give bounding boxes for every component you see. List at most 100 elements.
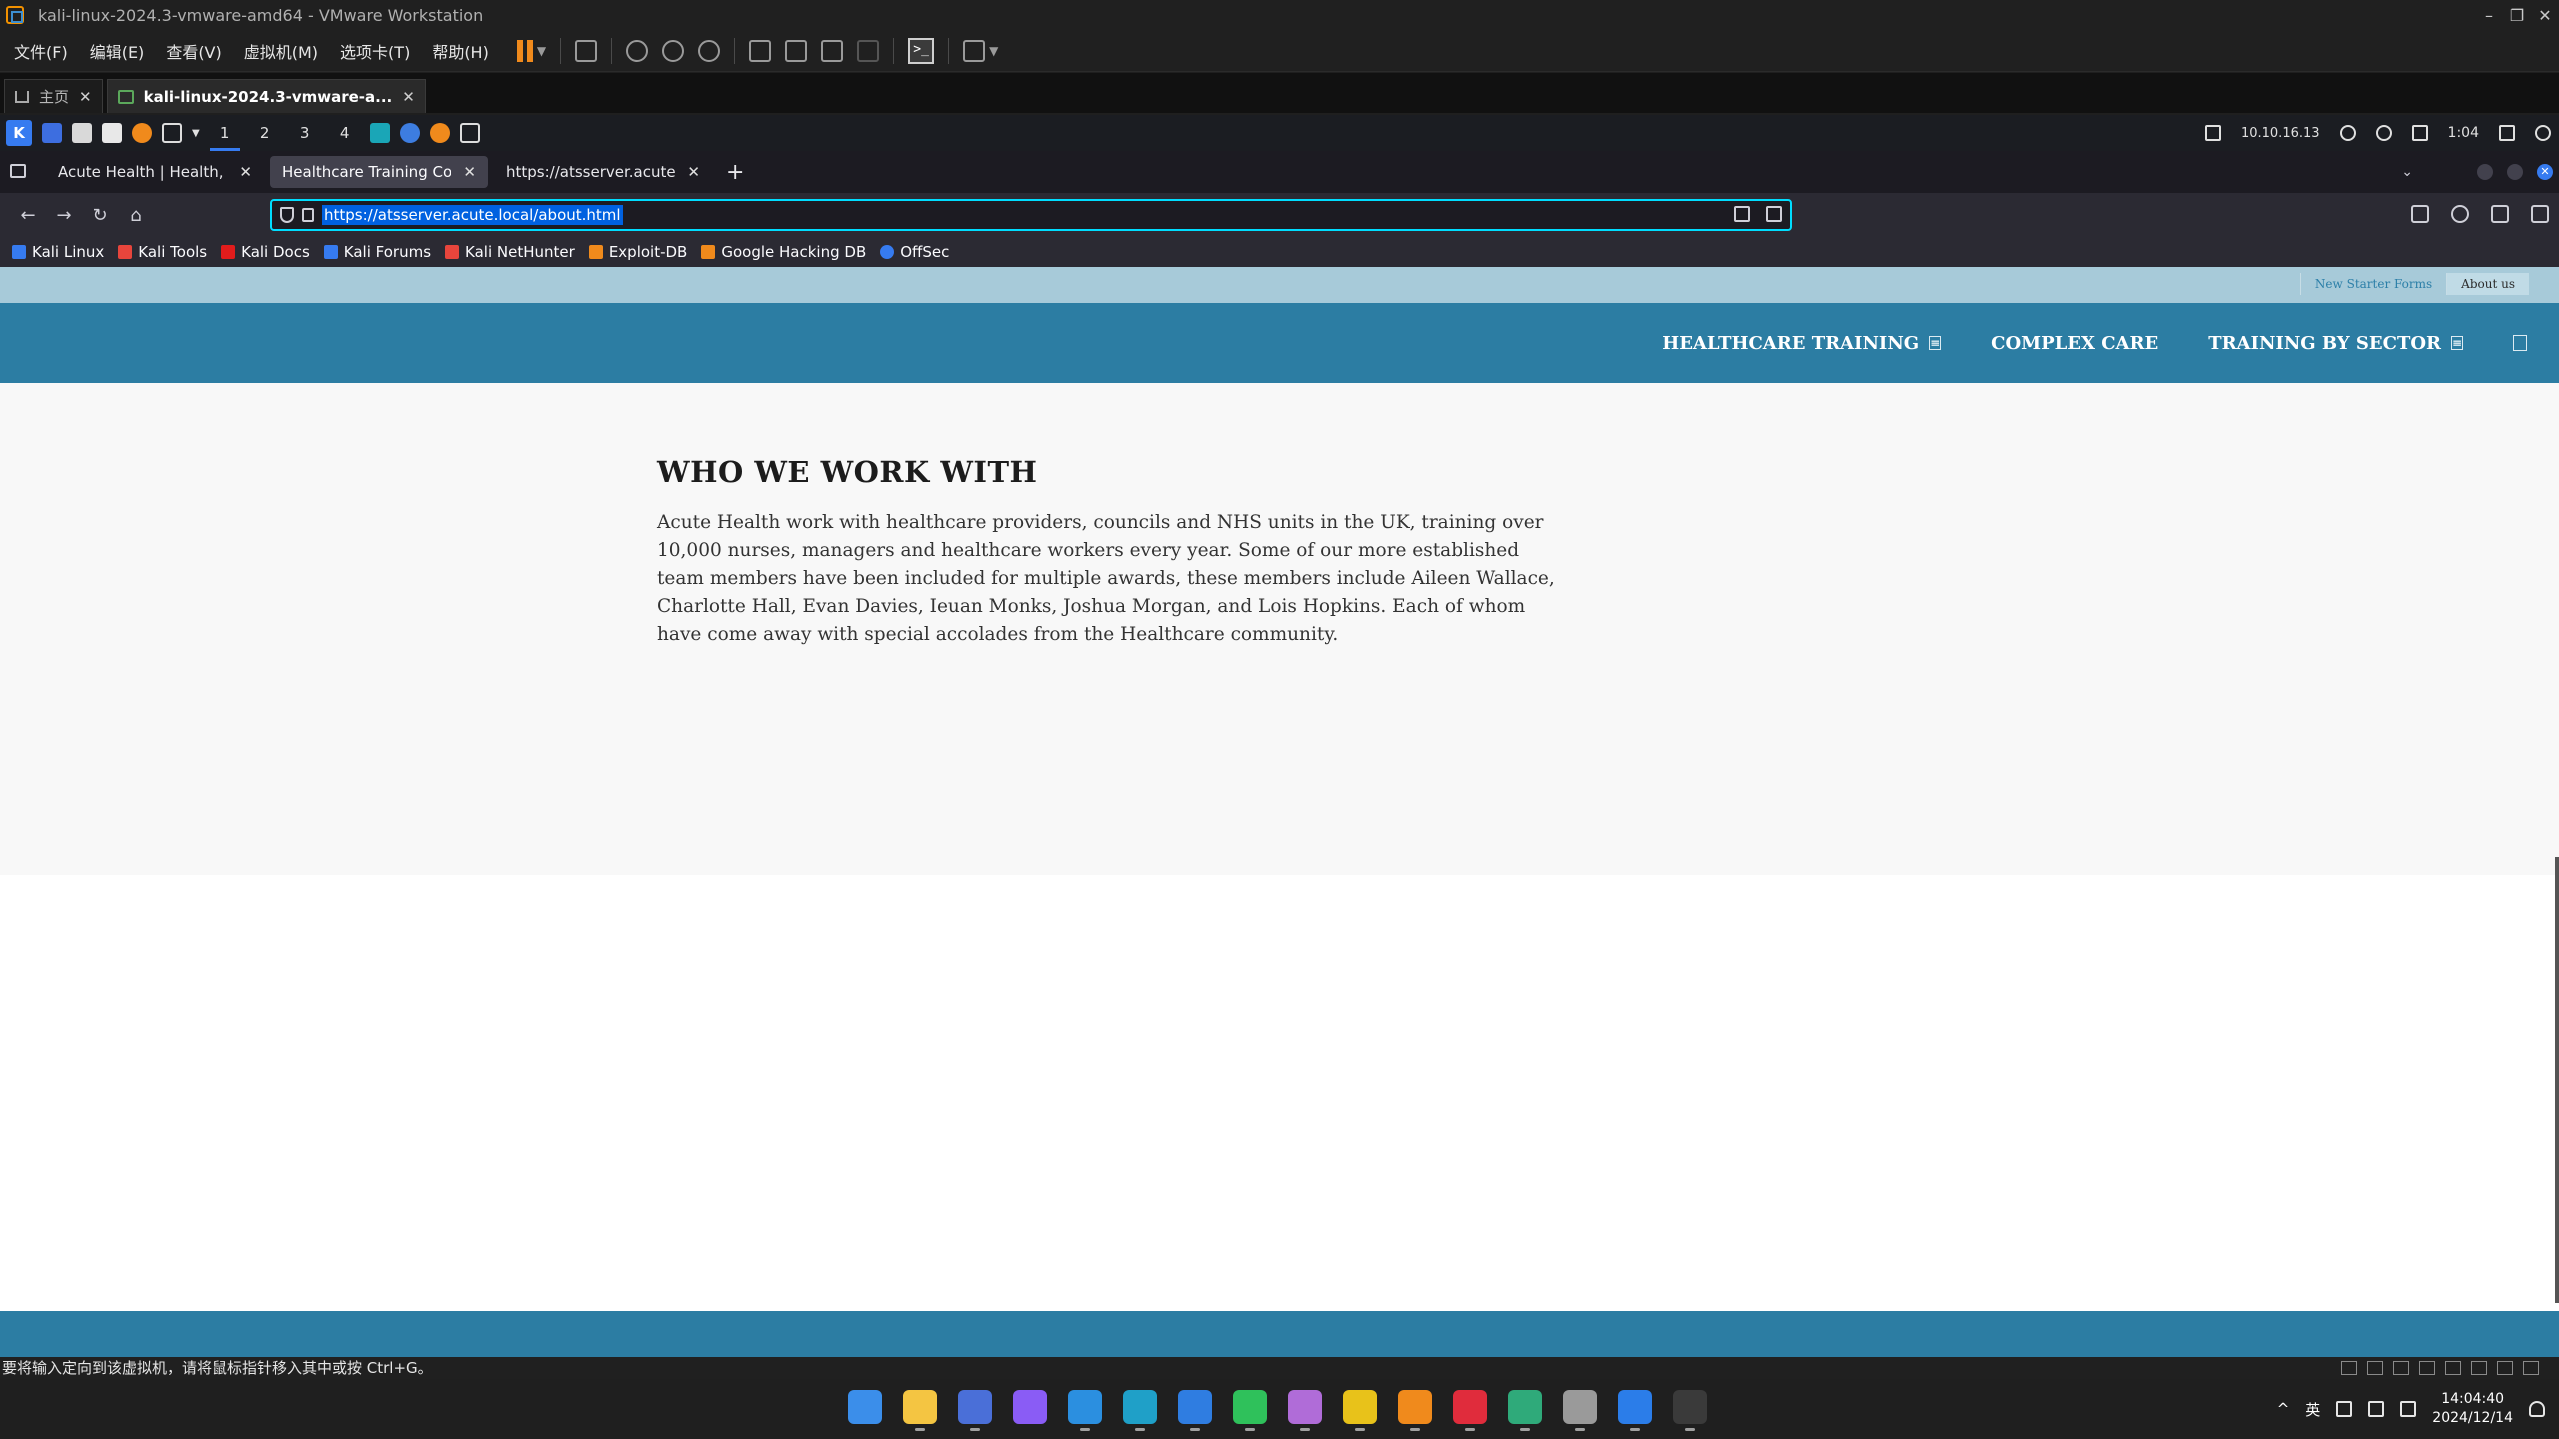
tab-kali-vm[interactable]: kali-linux-2024.3-vmware-a... ✕ — [106, 79, 426, 113]
hamburger-menu-icon[interactable] — [2531, 205, 2549, 223]
home-button[interactable]: ⌂ — [118, 205, 154, 226]
sound-icon[interactable] — [2445, 1361, 2461, 1375]
network-icon[interactable] — [2367, 1361, 2383, 1375]
firefox-window-icon[interactable] — [429, 123, 450, 143]
notification-bell-icon[interactable] — [2375, 125, 2392, 141]
nav-menu-icon[interactable] — [2513, 335, 2527, 351]
close-tab-icon[interactable]: ✕ — [687, 163, 700, 181]
nav-training-by-sector[interactable]: TRAINING BY SECTOR ≡ — [2208, 333, 2463, 354]
lock-icon[interactable] — [2499, 125, 2515, 141]
minimize-window-button[interactable] — [2477, 164, 2493, 180]
tab-home[interactable]: 主页 ✕ — [4, 79, 103, 113]
app-gray-icon[interactable] — [1563, 1390, 1597, 1431]
app-yellow-icon[interactable] — [1343, 1390, 1377, 1431]
browser-tab-active[interactable]: Healthcare Training Courses ✕ — [270, 156, 488, 188]
network-icon[interactable] — [2393, 1361, 2409, 1375]
fullscreen-icon[interactable] — [821, 39, 844, 62]
new-starter-forms-link[interactable]: New Starter Forms — [2299, 273, 2446, 295]
workspace-1[interactable]: 1 — [209, 115, 240, 151]
message-icon[interactable] — [2523, 1361, 2539, 1375]
app-purple-icon[interactable] — [1013, 1390, 1047, 1424]
revert-snapshot-icon[interactable] — [662, 39, 685, 62]
bookmark-exploit-db[interactable]: Exploit-DB — [588, 243, 687, 261]
volume-icon[interactable] — [2368, 1401, 2385, 1417]
account-icon[interactable] — [2451, 205, 2469, 223]
bookmark-kali-forums[interactable]: Kali Forums — [323, 243, 431, 261]
kali-menu-icon[interactable]: K — [6, 120, 32, 146]
netease-music-icon[interactable] — [1453, 1390, 1487, 1431]
restore-button[interactable]: ❐ — [2503, 6, 2531, 25]
system-clock[interactable]: 14:04:40 2024/12/14 — [2432, 1390, 2513, 1428]
chevron-down-icon[interactable]: ▼ — [537, 44, 546, 58]
nav-healthcare-training[interactable]: HEALTHCARE TRAINING ≡ — [1662, 333, 1942, 354]
close-tab-icon[interactable]: ✕ — [402, 88, 415, 106]
chevron-down-icon[interactable]: ▼ — [989, 44, 998, 58]
file-manager-icon[interactable] — [72, 123, 92, 143]
terminal-icon[interactable] — [162, 123, 182, 143]
bookmark-kali-docs[interactable]: Kali Docs — [221, 243, 310, 261]
chevron-down-icon[interactable]: ⌄ — [2401, 164, 2413, 180]
ime-indicator[interactable]: 英 — [2305, 1399, 2320, 1420]
close-button[interactable]: ✕ — [2531, 6, 2559, 25]
hdd-icon[interactable] — [2341, 1361, 2357, 1375]
workspace-2[interactable]: 2 — [250, 115, 280, 151]
lock-icon[interactable] — [302, 208, 314, 222]
pause-icon[interactable] — [516, 39, 533, 62]
printer-icon[interactable] — [2471, 1361, 2487, 1375]
battery-icon[interactable] — [2400, 1401, 2417, 1417]
close-window-button[interactable]: ✕ — [2537, 164, 2553, 180]
chevron-down-icon[interactable]: ▼ — [192, 128, 200, 139]
bookmark-star-icon[interactable] — [1766, 206, 1782, 222]
app-green-icon[interactable] — [1508, 1390, 1542, 1431]
edge-icon[interactable] — [1123, 1390, 1157, 1431]
about-us-link[interactable]: About us — [2446, 273, 2529, 295]
dropdown-icon[interactable]: ≡ — [2451, 336, 2463, 350]
bookmark-google-hacking-db[interactable]: Google Hacking DB — [701, 243, 866, 261]
close-tab-icon[interactable]: ✕ — [239, 163, 252, 181]
app-pink-cat-icon[interactable] — [1288, 1390, 1322, 1431]
reader-view-icon[interactable] — [1734, 206, 1750, 222]
usb-icon[interactable] — [2419, 1361, 2435, 1375]
tray-overflow-icon[interactable]: ^ — [2277, 1400, 2290, 1418]
bookmark-kali-nethunter[interactable]: Kali NetHunter — [445, 243, 575, 261]
unity-icon[interactable] — [857, 39, 880, 62]
tab-list-icon[interactable] — [10, 164, 26, 178]
notification-bell-icon[interactable] — [2529, 1401, 2545, 1417]
app-blue-star-icon[interactable] — [1178, 1390, 1212, 1431]
send-ctrl-alt-del-icon[interactable] — [575, 39, 598, 62]
app-window-icon[interactable] — [369, 123, 390, 143]
thumbnail-view-icon[interactable] — [785, 39, 808, 62]
terminal-icon[interactable] — [1673, 1390, 1707, 1431]
stretch-guest-icon[interactable] — [963, 39, 986, 62]
menu-edit[interactable]: 编辑(E) — [76, 39, 153, 63]
pocket-icon[interactable] — [2411, 205, 2429, 223]
bookmark-kali-tools[interactable]: Kali Tools — [118, 243, 207, 261]
volume-icon[interactable] — [2339, 125, 2356, 141]
url-text[interactable]: https://atsserver.acute.local/about.html — [322, 205, 623, 225]
shield-icon[interactable] — [280, 207, 294, 223]
battery-icon[interactable] — [2411, 125, 2428, 141]
network-icon[interactable] — [2336, 1401, 2353, 1417]
chrome-icon[interactable] — [958, 1390, 992, 1431]
close-tab-icon[interactable]: ✕ — [463, 163, 476, 181]
dropdown-icon[interactable]: ≡ — [1929, 336, 1942, 350]
new-tab-button[interactable]: + — [726, 160, 744, 185]
menu-tabs[interactable]: 选项卡(T) — [326, 39, 418, 63]
terminal-window-icon[interactable] — [459, 123, 480, 143]
menu-file[interactable]: 文件(F) — [0, 39, 76, 63]
app-orange-square-icon[interactable] — [1398, 1390, 1432, 1431]
forward-button[interactable]: → — [46, 205, 82, 226]
nav-complex-care[interactable]: COMPLEX CARE — [1991, 333, 2158, 354]
maximize-window-button[interactable] — [2507, 164, 2523, 180]
power-icon[interactable] — [2535, 125, 2551, 141]
console-view-icon[interactable]: >_ — [908, 37, 935, 64]
bookmark-offsec[interactable]: OffSec — [880, 243, 949, 261]
back-button[interactable]: ← — [10, 205, 46, 226]
browser-tab[interactable]: Acute Health | Health, Social ✕ — [46, 156, 264, 188]
minimize-button[interactable]: – — [2475, 6, 2503, 25]
close-tab-icon[interactable]: ✕ — [79, 88, 92, 106]
url-bar[interactable]: https://atsserver.acute.local/about.html — [270, 199, 1792, 231]
snapshot-icon[interactable] — [626, 39, 649, 62]
reload-button[interactable]: ↻ — [82, 205, 118, 226]
file-explorer-icon[interactable] — [903, 1390, 937, 1431]
